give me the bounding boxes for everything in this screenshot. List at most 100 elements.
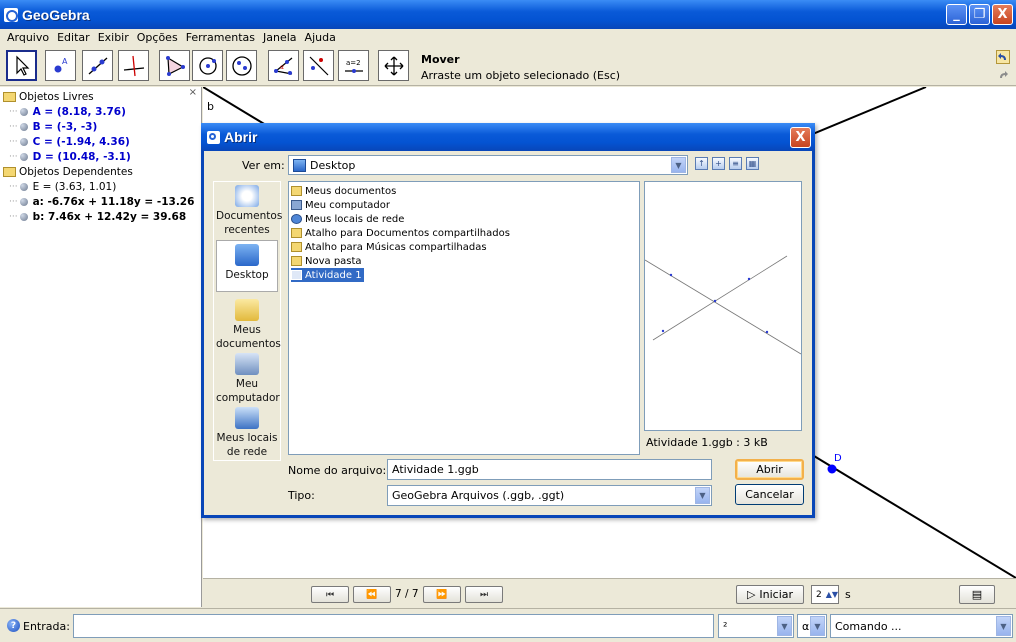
tool-help: Arraste um objeto selecionado (Esc) bbox=[421, 69, 621, 82]
visibility-bullet-icon[interactable] bbox=[19, 197, 28, 206]
cancel-button[interactable]: Cancelar bbox=[735, 484, 804, 505]
place-network[interactable]: Meus locais de rede bbox=[216, 404, 278, 460]
point-tool-icon[interactable]: A bbox=[45, 50, 76, 81]
filename-input[interactable]: Atividade 1.ggb bbox=[387, 459, 712, 480]
greek-select[interactable]: α ▼ bbox=[797, 614, 827, 638]
construction-protocol-button[interactable]: ▤ bbox=[959, 585, 995, 604]
move-view-tool-icon[interactable] bbox=[378, 50, 409, 81]
menu-opcoes[interactable]: Opções bbox=[133, 31, 182, 44]
minimize-button[interactable]: _ bbox=[946, 4, 967, 25]
menu-janela[interactable]: Janela bbox=[259, 31, 301, 44]
menu-arquivo[interactable]: Arquivo bbox=[3, 31, 53, 44]
algebra-item[interactable]: ··· E = (3.63, 1.01) bbox=[9, 179, 116, 194]
visibility-bullet-icon[interactable] bbox=[19, 182, 28, 191]
redo-icon[interactable] bbox=[996, 68, 1010, 82]
undo-icon[interactable] bbox=[996, 50, 1010, 64]
speed-spinner[interactable]: 2 ▲▼ bbox=[811, 585, 839, 604]
file-item[interactable]: Atalho para Músicas compartilhadas bbox=[291, 240, 489, 254]
computer-icon bbox=[291, 200, 302, 210]
menu-editar[interactable]: Editar bbox=[53, 31, 94, 44]
play-button[interactable]: ▷ Iniciar bbox=[736, 585, 804, 604]
chevron-down-icon[interactable]: ▼ bbox=[810, 616, 825, 636]
first-step-button[interactable]: ⏮ bbox=[311, 586, 349, 603]
chevron-down-icon[interactable]: ▼ bbox=[695, 487, 710, 504]
network-icon bbox=[291, 214, 302, 224]
preview-graph bbox=[644, 255, 802, 355]
slider-tool-icon[interactable]: a=2 bbox=[338, 50, 369, 81]
speed-unit: s bbox=[845, 588, 851, 601]
step-count: 7 / 7 bbox=[395, 588, 419, 600]
last-step-button[interactable]: ⏭ bbox=[465, 586, 503, 603]
algebra-item[interactable]: ··· C = (-1.94, 4.36) bbox=[9, 134, 130, 149]
line-tool-icon[interactable] bbox=[82, 50, 113, 81]
menu-exibir[interactable]: Exibir bbox=[94, 31, 133, 44]
svg-text:A: A bbox=[62, 57, 68, 66]
perpendicular-tool-icon[interactable] bbox=[118, 50, 149, 81]
file-item[interactable]: Meus locais de rede bbox=[291, 212, 406, 226]
algebra-item[interactable]: ··· A = (8.18, 3.76) bbox=[9, 104, 126, 119]
place-my-computer[interactable]: Meu computador bbox=[216, 350, 280, 404]
angle-tool-icon[interactable]: α bbox=[268, 50, 299, 81]
file-item[interactable]: Atalho para Documentos compartilhados bbox=[291, 226, 512, 240]
visibility-bullet-icon[interactable] bbox=[19, 107, 28, 116]
visibility-bullet-icon[interactable] bbox=[19, 212, 28, 221]
lookin-select[interactable]: Desktop ▼ bbox=[288, 155, 688, 175]
input-field[interactable] bbox=[73, 614, 714, 638]
desktop-icon bbox=[235, 244, 259, 266]
navigation-bar: ⏮ ⏪ 7 / 7 ⏩ ⏭ ▷ Iniciar 2 ▲▼ s ▤ bbox=[203, 578, 1016, 607]
file-item[interactable]: Nova pasta bbox=[291, 254, 364, 268]
open-button[interactable]: Abrir bbox=[735, 459, 804, 480]
circle-tool-icon[interactable] bbox=[192, 50, 223, 81]
folder-icon bbox=[291, 186, 302, 196]
command-select[interactable]: Comando ... ▼ bbox=[830, 614, 1013, 638]
shortcut-folder-icon bbox=[291, 228, 302, 238]
move-tool-icon[interactable] bbox=[6, 50, 37, 81]
places-bar: Documentos recentes Desktop Meus documen… bbox=[213, 181, 282, 461]
conic-tool-icon[interactable] bbox=[226, 50, 257, 81]
close-button[interactable]: X bbox=[992, 4, 1013, 25]
algebra-item[interactable]: ··· D = (10.48, -3.1) bbox=[9, 149, 131, 164]
dependent-objects-header[interactable]: Objetos Dependentes bbox=[3, 164, 133, 179]
dialog-close-button[interactable]: X bbox=[790, 127, 811, 148]
file-list[interactable]: Meus documentos Meu computador Meus loca… bbox=[288, 181, 640, 455]
reflect-tool-icon[interactable] bbox=[303, 50, 334, 81]
maximize-button[interactable]: ❐ bbox=[969, 4, 990, 25]
title-bar: GeoGebra _ ❐ X bbox=[0, 0, 1016, 29]
symbol-select[interactable]: ² ▼ bbox=[718, 614, 794, 638]
up-folder-icon[interactable]: ↑ bbox=[695, 157, 708, 170]
next-step-button[interactable]: ⏩ bbox=[423, 586, 461, 603]
visibility-bullet-icon[interactable] bbox=[19, 137, 28, 146]
file-item[interactable]: Meus documentos bbox=[291, 184, 398, 198]
polygon-tool-icon[interactable] bbox=[159, 50, 190, 81]
menu-ferramentas[interactable]: Ferramentas bbox=[182, 31, 259, 44]
menu-ajuda[interactable]: Ajuda bbox=[301, 31, 340, 44]
free-objects-header[interactable]: Objetos Livres bbox=[3, 89, 94, 104]
previous-step-button[interactable]: ⏪ bbox=[353, 586, 391, 603]
filetype-label: Tipo: bbox=[288, 489, 315, 502]
new-folder-icon[interactable]: + bbox=[712, 157, 725, 170]
spinner-arrows-icon[interactable]: ▲▼ bbox=[826, 590, 838, 599]
algebra-item[interactable]: ··· B = (-3, -3) bbox=[9, 119, 97, 134]
list-view-icon[interactable]: ≡ bbox=[729, 157, 742, 170]
recent-documents-icon bbox=[235, 185, 259, 207]
chevron-down-icon[interactable]: ▼ bbox=[996, 616, 1011, 636]
chevron-down-icon[interactable]: ▼ bbox=[777, 616, 792, 636]
file-item-selected[interactable]: Atividade 1 bbox=[291, 268, 364, 282]
filetype-select[interactable]: GeoGebra Arquivos (.ggb, .ggt) ▼ bbox=[387, 485, 712, 506]
chevron-down-icon[interactable]: ▼ bbox=[671, 157, 686, 173]
algebra-close-icon[interactable]: × bbox=[189, 87, 197, 98]
place-desktop[interactable]: Desktop bbox=[216, 240, 278, 292]
details-view-icon[interactable]: ▦ bbox=[746, 157, 759, 170]
place-my-documents[interactable]: Meus documentos bbox=[216, 296, 281, 350]
visibility-bullet-icon[interactable] bbox=[19, 152, 28, 161]
algebra-item[interactable]: ··· a: -6.76x + 11.18y = -13.26 bbox=[9, 194, 194, 209]
menu-bar: Arquivo Editar Exibir Opções Ferramentas… bbox=[0, 29, 1016, 46]
play-icon: ▷ bbox=[746, 588, 756, 601]
shortcut-music-icon bbox=[291, 242, 302, 252]
help-icon[interactable]: ? bbox=[7, 619, 20, 632]
place-recent[interactable]: Documentos recentes bbox=[216, 182, 282, 238]
algebra-item[interactable]: ··· b: 7.46x + 12.42y = 39.68 bbox=[9, 209, 186, 224]
file-item[interactable]: Meu computador bbox=[291, 198, 392, 212]
algebra-view: × Objetos Livres ··· A = (8.18, 3.76) ··… bbox=[0, 87, 202, 607]
visibility-bullet-icon[interactable] bbox=[19, 122, 28, 131]
